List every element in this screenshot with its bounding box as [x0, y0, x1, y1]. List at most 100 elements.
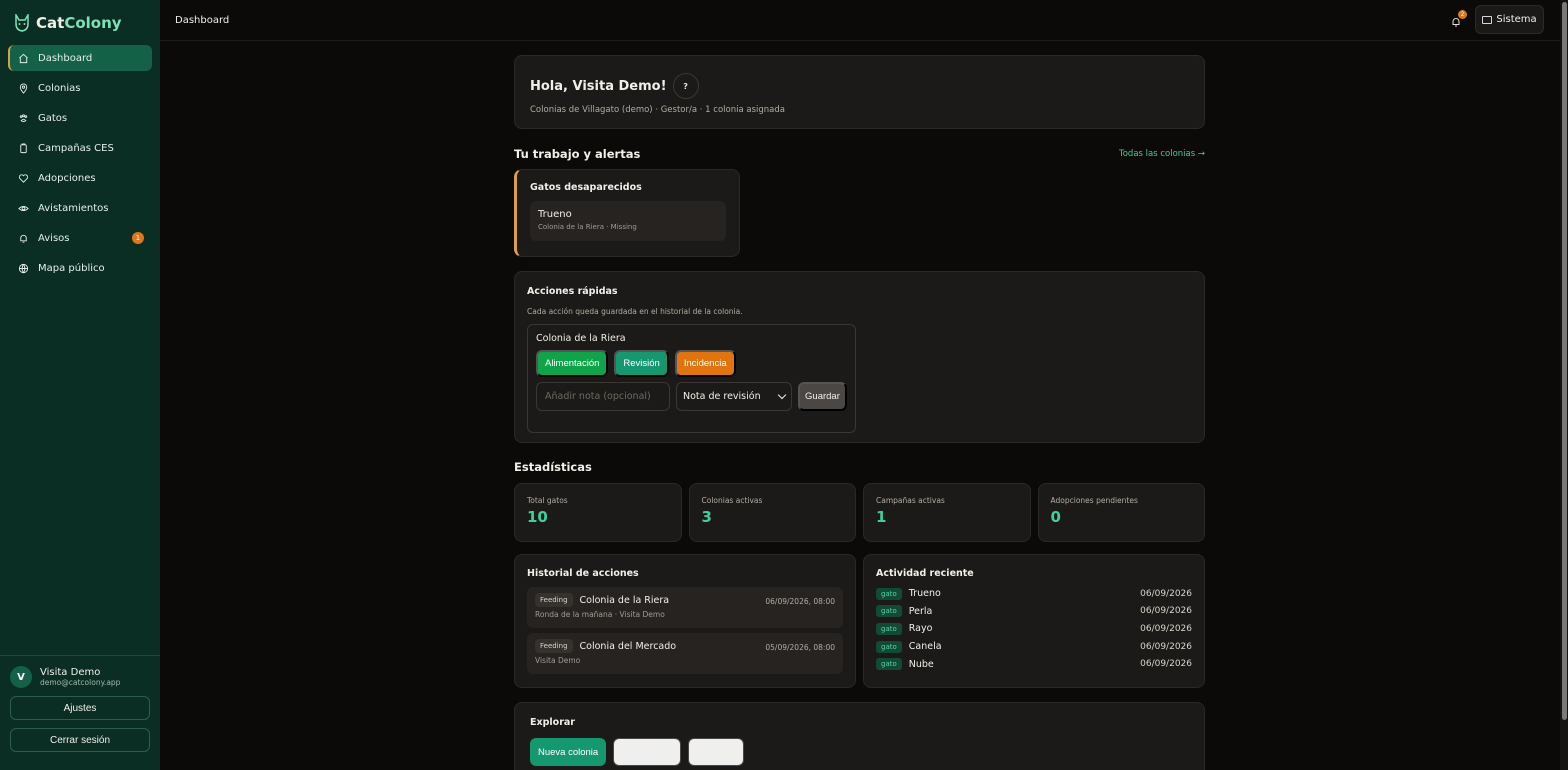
theme-label: Sistema: [1496, 14, 1537, 25]
sidebar-item-label: Avisos: [38, 232, 70, 244]
sidebar-item-label: Dashboard: [38, 52, 93, 64]
cat-logo-icon: [15, 13, 29, 32]
user-name: Visita Demo: [40, 667, 101, 678]
sidebar-item-dashboard[interactable]: Dashboard: [8, 45, 152, 71]
view-cats-button[interactable]: Ver gatos: [687, 738, 745, 766]
sidebar-item-label: Colonias: [38, 82, 81, 94]
scrollbar-thumb[interactable]: [1562, 2, 1567, 720]
sidebar-footer: V Visita Demo demo@catcolony.app Ajustes…: [0, 655, 160, 770]
activity-list: gato Trueno 06/09/2026 gato Perla 06/09/…: [876, 585, 1192, 673]
activity-tag: gato: [876, 640, 902, 653]
activity-tag: gato: [876, 587, 902, 600]
stat-pending-adoptions: Adopciones pendientes 0: [1037, 483, 1205, 542]
history-colony-name: Colonia del Mercado: [579, 640, 677, 652]
action-history-card: Historial de acciones Feeding Colonia de…: [514, 554, 856, 688]
work-section-header: Tu trabajo y alertas Todas las colonias …: [514, 145, 1205, 163]
stat-value: 1: [876, 508, 887, 526]
list-item[interactable]: Feeding Colonia del Mercado 05/09/2026, …: [527, 633, 843, 674]
sidebar-item-mapa-publico[interactable]: Mapa público: [8, 255, 152, 281]
sidebar-item-label: Avistamientos: [38, 202, 109, 214]
incident-button[interactable]: Incidencia: [674, 350, 736, 377]
quick-action-colony-box: Colonia de la Riera Alimentación Revisió…: [527, 324, 856, 433]
page-scrollbar[interactable]: [1560, 0, 1568, 770]
sidebar-item-avisos[interactable]: Avisos 1: [8, 225, 152, 251]
stat-label: Colonias activas: [701, 496, 763, 505]
quick-actions-title: Acciones rápidas: [527, 286, 618, 297]
stat-label: Campañas activas: [876, 496, 945, 505]
history-colony-name: Colonia de la Riera: [579, 594, 670, 606]
stat-label: Total gatos: [527, 496, 568, 505]
brand[interactable]: CatColony: [0, 0, 160, 45]
settings-button[interactable]: Ajustes: [10, 696, 150, 720]
new-colony-button[interactable]: Nueva colonia: [530, 738, 607, 766]
list-item[interactable]: Trueno Colonia de la Riera · Missing: [530, 201, 726, 241]
view-colonies-button[interactable]: Ver colonias: [613, 738, 681, 766]
topbar: Dashboard 2 Sistema: [160, 0, 1568, 41]
user-email: demo@catcolony.app: [40, 678, 121, 687]
history-date: 05/09/2026, 08:00: [765, 643, 835, 652]
history-meta: Ronda de la mañana · Visita Demo: [535, 610, 665, 619]
bell-icon: [20, 234, 27, 243]
clipboard-icon: [20, 142, 27, 153]
sidebar-item-adopciones[interactable]: Adopciones: [8, 165, 152, 191]
dashboard-content: Hola, Visita Demo! ? Colonias de Villaga…: [514, 55, 1205, 770]
note-type-value: Nota de revisión: [683, 391, 761, 402]
map-pin-icon: [19, 83, 28, 94]
explore-title: Explorar: [530, 717, 575, 728]
note-input[interactable]: [536, 382, 670, 411]
feeding-button[interactable]: Alimentación: [536, 350, 609, 377]
list-item[interactable]: gato Rayo 06/09/2026: [876, 620, 1192, 638]
sidebar-item-label: Campañas CES: [38, 142, 114, 154]
activity-date: 06/09/2026: [1140, 641, 1192, 652]
stat-total-cats: Total gatos 10: [514, 483, 682, 542]
sidebar-item-gatos[interactable]: Gatos: [8, 105, 152, 131]
breadcrumb: Dashboard: [175, 14, 230, 26]
avisos-count-badge: 1: [132, 232, 144, 244]
save-button[interactable]: Guardar: [797, 382, 847, 411]
stat-active-campaigns: Campañas activas 1: [863, 483, 1031, 542]
missing-cat-meta: Colonia de la Riera · Missing: [538, 223, 637, 231]
recent-activity-card: Actividad reciente gato Trueno 06/09/202…: [863, 554, 1205, 688]
greeting-card: Hola, Visita Demo! ? Colonias de Villaga…: [514, 55, 1205, 129]
action-type-tag: Feeding: [535, 639, 573, 653]
list-item[interactable]: gato Canela 06/09/2026: [876, 638, 1192, 656]
recent-activity-title: Actividad reciente: [876, 568, 974, 579]
list-item[interactable]: gato Nube 06/09/2026: [876, 655, 1192, 673]
work-section-title: Tu trabajo y alertas: [514, 147, 641, 161]
eye-icon: [18, 205, 29, 211]
logout-button[interactable]: Cerrar sesión: [10, 728, 150, 752]
list-item[interactable]: gato Perla 06/09/2026: [876, 603, 1192, 621]
quick-actions-card: Acciones rápidas Cada acción queda guard…: [514, 271, 1205, 443]
paw-icon: [19, 113, 28, 122]
sidebar-item-campanas[interactable]: Campañas CES: [8, 135, 152, 161]
stat-value: 10: [527, 508, 548, 526]
all-colonies-link[interactable]: Todas las colonias →: [1119, 149, 1205, 159]
activity-name: Rayo: [908, 623, 933, 635]
activity-date: 06/09/2026: [1140, 588, 1192, 599]
brand-name: CatColony: [36, 13, 122, 32]
sidebar: CatColony Dashboard Colonias Gatos Campa…: [0, 0, 160, 770]
list-item[interactable]: gato Trueno 06/09/2026: [876, 585, 1192, 603]
quick-actions-subtitle: Cada acción queda guardada en el histori…: [527, 307, 743, 316]
activity-tag: gato: [876, 658, 902, 671]
revision-button[interactable]: Revisión: [614, 350, 669, 377]
missing-cats-card: Gatos desaparecidos Trueno Colonia de la…: [514, 169, 740, 257]
monitor-icon: [1482, 15, 1493, 24]
activity-tag: gato: [876, 605, 902, 618]
list-item[interactable]: Feeding Colonia de la Riera 06/09/2026, …: [527, 587, 843, 628]
sidebar-item-avistamientos[interactable]: Avistamientos: [8, 195, 152, 221]
sidebar-item-colonias[interactable]: Colonias: [8, 75, 152, 101]
history-date: 06/09/2026, 08:00: [765, 597, 835, 606]
greeting-subtitle: Colonias de Villagato (demo) · Gestor/a …: [530, 105, 785, 115]
activity-date: 06/09/2026: [1140, 623, 1192, 634]
stat-value: 0: [1050, 508, 1061, 526]
history-activity-row: Historial de acciones Feeding Colonia de…: [514, 554, 1205, 688]
theme-selector-button[interactable]: Sistema: [1475, 5, 1544, 34]
sidebar-item-label: Adopciones: [38, 172, 96, 184]
activity-name: Perla: [908, 605, 933, 617]
user-info: V Visita Demo demo@catcolony.app: [10, 666, 150, 688]
help-button[interactable]: ?: [672, 73, 699, 99]
sidebar-item-label: Gatos: [38, 112, 68, 124]
note-type-select[interactable]: Nota de revisión: [676, 382, 792, 411]
sidebar-item-label: Mapa público: [38, 262, 105, 274]
